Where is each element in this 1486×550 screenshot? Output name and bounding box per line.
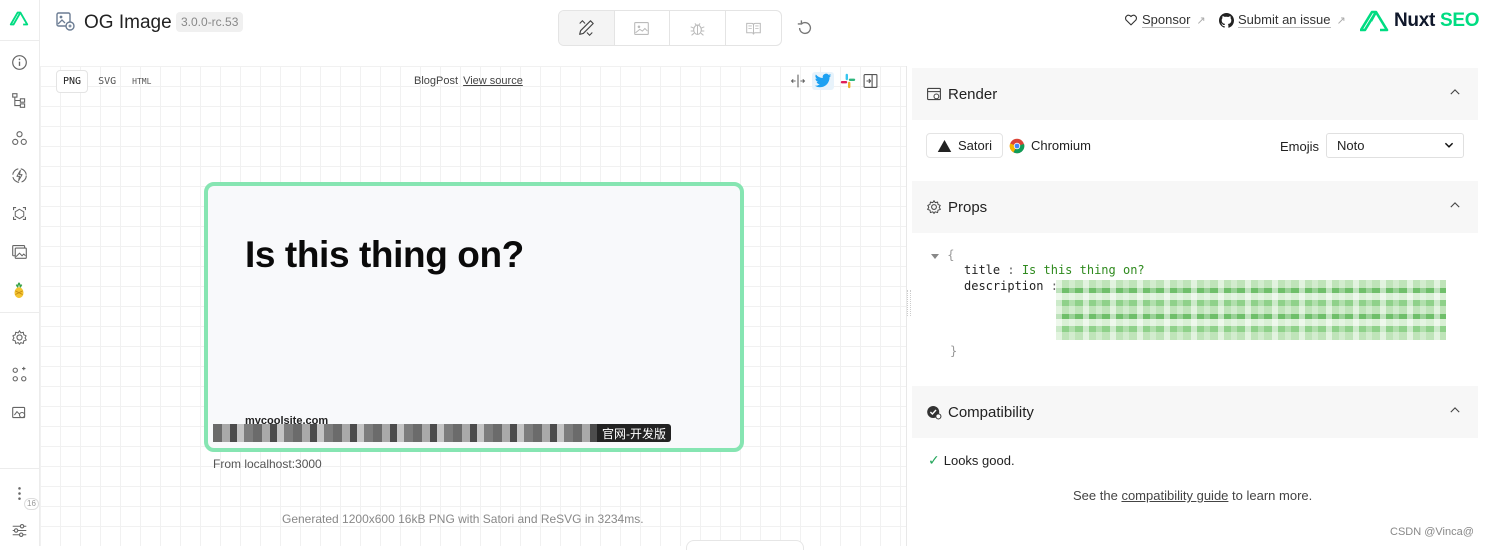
emojis-select[interactable]: Noto [1326, 133, 1464, 158]
compatibility-hint: See the compatibility guide to learn mor… [1073, 488, 1313, 503]
chevron-up-icon[interactable] [1448, 403, 1462, 417]
format-tab-png[interactable]: PNG [56, 70, 89, 93]
nuxt-logo-icon [1360, 10, 1390, 32]
version-badge: 3.0.0-rc.53 [176, 12, 244, 32]
og-image-preview[interactable]: Is this thing on? mycoolsite.com 官网-开发版 [204, 182, 744, 452]
info-icon[interactable] [8, 51, 30, 73]
tab-design[interactable] [559, 11, 615, 45]
resize-icon[interactable] [790, 73, 806, 89]
triangle-icon [937, 139, 952, 153]
lightning-icon[interactable] [8, 164, 30, 186]
top-header: OG Image 3.0.0-rc.53 Sponsor ↗ Submit an… [40, 0, 1486, 46]
settings-icon[interactable] [8, 326, 30, 348]
heart-icon [1124, 13, 1138, 27]
sliders-icon[interactable] [8, 519, 30, 541]
share-toolbar [790, 72, 879, 90]
emojis-label: Emojis [1280, 139, 1320, 154]
nuxt-logo-icon[interactable] [8, 8, 30, 30]
twitter-icon[interactable] [812, 72, 834, 90]
tab-docs[interactable] [726, 11, 782, 45]
expand-panel-icon[interactable] [862, 73, 879, 89]
view-source-link[interactable]: View source [463, 75, 523, 87]
generation-info: Generated 1200x600 16kB PNG with Satori … [282, 512, 644, 526]
prop-description-row[interactable]: description : [964, 279, 1058, 293]
description-value-blurred [1056, 280, 1446, 340]
chevron-down-icon [1443, 139, 1455, 151]
external-link-icon: ↗ [1196, 14, 1206, 27]
hooks-icon[interactable] [8, 363, 30, 385]
renderer-satori-button[interactable]: Satori [926, 133, 1003, 158]
format-tab-html[interactable]: HTML [126, 72, 157, 91]
submit-issue-link[interactable]: Submit an issue ↗ [1219, 12, 1346, 28]
refresh-icon[interactable] [796, 19, 814, 37]
format-tabs: PNG SVG HTML [56, 70, 157, 93]
preview-canvas: PNG SVG HTML BlogPost View source Is thi… [40, 66, 906, 550]
resize-handle[interactable] [907, 290, 911, 316]
props-panel-header[interactable]: Props [912, 181, 1478, 233]
props-icon [926, 199, 942, 215]
chevron-up-icon[interactable] [1448, 85, 1462, 99]
compatibility-guide-link[interactable]: compatibility guide [1121, 488, 1228, 503]
prop-title-row[interactable]: title : Is this thing on? [964, 263, 1145, 277]
render-icon [926, 86, 942, 102]
sponsor-link[interactable]: Sponsor ↗ [1124, 12, 1206, 28]
nuxt-seo-logo[interactable]: Nuxt SEO [1360, 10, 1480, 32]
external-link-icon: ↗ [1336, 14, 1346, 27]
pineapple-icon[interactable] [8, 279, 30, 301]
renderer-chromium-button[interactable]: Chromium [1003, 133, 1101, 158]
og-title: Is this thing on? [245, 234, 524, 275]
modules-icon[interactable] [8, 127, 30, 149]
og-badge: 官网-开发版 [597, 424, 671, 442]
og-description-blurred [213, 424, 597, 442]
format-tab-svg[interactable]: SVG [92, 71, 122, 92]
check-icon: ✓ [928, 452, 940, 468]
chrome-icon [1009, 138, 1025, 154]
verified-icon [926, 404, 942, 420]
tab-debug[interactable] [670, 11, 726, 45]
caret-down-icon[interactable] [930, 251, 940, 261]
preview-source: From localhost:3000 [213, 457, 322, 471]
tab-image[interactable] [615, 11, 670, 45]
github-icon [1219, 12, 1234, 28]
slack-icon[interactable] [840, 73, 856, 89]
chevron-up-icon[interactable] [1448, 198, 1462, 212]
renderer-toggle: Satori Chromium [926, 133, 1101, 158]
assets-icon[interactable] [8, 202, 30, 224]
compatibility-status: ✓ Looks good. [928, 452, 1015, 468]
image-icon[interactable] [8, 240, 30, 262]
extension-icon[interactable] [8, 401, 30, 423]
component-info: BlogPost View source [414, 75, 523, 87]
bottom-handle[interactable] [686, 540, 804, 550]
watermark: CSDN @Vinca@ [1390, 526, 1474, 538]
compatibility-panel-header[interactable]: Compatibility [912, 386, 1478, 438]
app-title: OG Image [84, 12, 172, 33]
render-panel-header[interactable]: Render [912, 68, 1478, 120]
left-rail: 16 [0, 0, 40, 546]
notification-badge: 16 [24, 498, 39, 510]
view-tabs [558, 10, 782, 46]
og-image-icon [56, 12, 76, 32]
components-icon[interactable] [8, 89, 30, 111]
